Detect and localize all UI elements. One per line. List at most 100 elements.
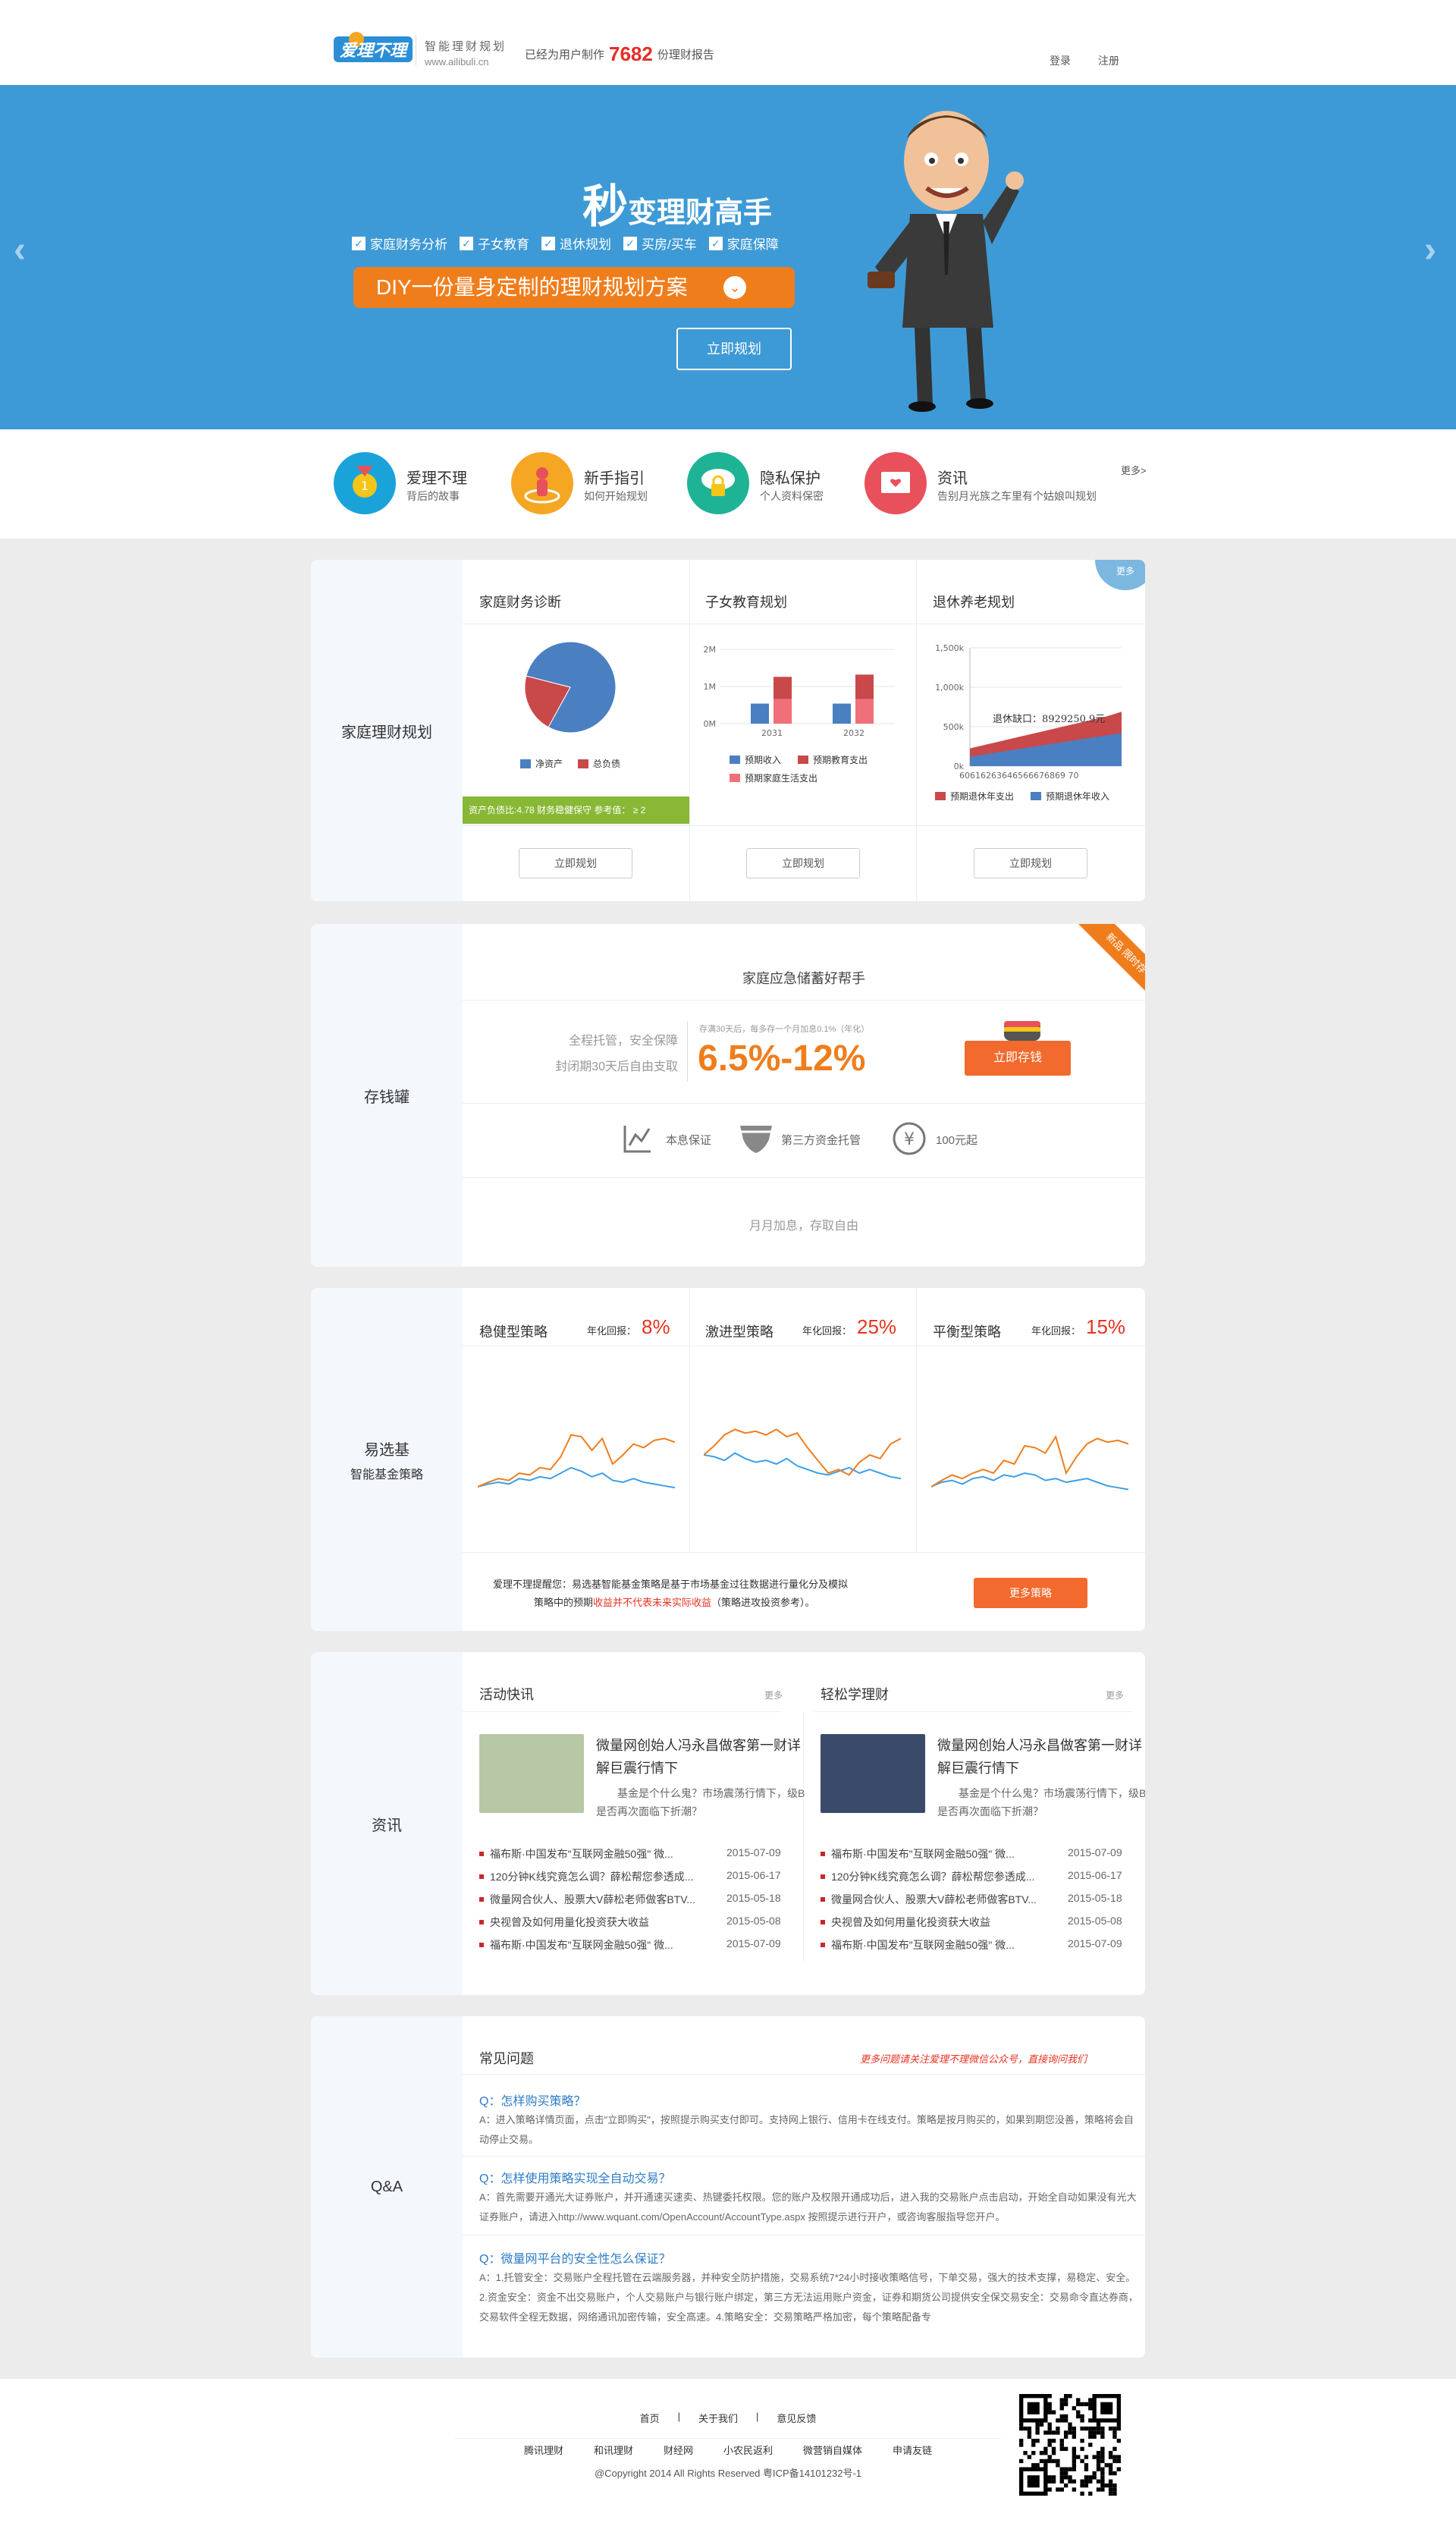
plan-retirement-button[interactable]: 立即规划 bbox=[974, 848, 1087, 878]
more-strategies-button[interactable]: 更多策略 bbox=[974, 1578, 1087, 1608]
qr-module bbox=[1047, 2438, 1052, 2443]
qr-module bbox=[1035, 2422, 1040, 2427]
qr-module bbox=[1108, 2479, 1113, 2484]
qr-module bbox=[1063, 2434, 1068, 2439]
tagline: 智能理财规划 bbox=[425, 40, 507, 53]
strategy-rate: 25% bbox=[857, 1315, 897, 1338]
news-list-item[interactable]: 120分钟K线究竟怎么调？薛松帮您参透成... bbox=[479, 1869, 693, 1884]
news-more-link[interactable]: 更多 bbox=[764, 1689, 783, 1701]
footer-link[interactable]: 申请友链 bbox=[893, 2443, 932, 2457]
news-list-item[interactable]: 福布斯·中国发布"互联网金融50强" 微... bbox=[821, 1846, 1015, 1862]
news-thumbnail[interactable] bbox=[479, 1734, 584, 1813]
qr-module bbox=[1112, 2483, 1117, 2488]
qr-module bbox=[1047, 2410, 1052, 2414]
news-item-text: 福布斯·中国发布"互联网金融50强" 微... bbox=[831, 1939, 1015, 1951]
qr-module bbox=[1059, 2406, 1064, 2411]
card-side: 资讯 bbox=[311, 1652, 463, 1995]
qr-module bbox=[1031, 2443, 1036, 2447]
legend-label: 净资产 bbox=[535, 759, 563, 769]
news-list-item[interactable]: 福布斯·中国发布"互联网金融50强" 微... bbox=[821, 1937, 1015, 1953]
more-link[interactable]: 更多> bbox=[1121, 463, 1147, 477]
news-list-item[interactable]: 120分钟K线究竟怎么调？薛松帮您参透成... bbox=[821, 1869, 1034, 1884]
qr-module bbox=[1056, 2426, 1060, 2431]
footer-link[interactable]: 意见反馈 bbox=[777, 2411, 816, 2425]
yuan-icon: ¥ bbox=[893, 1122, 926, 1155]
qr-module bbox=[1108, 2491, 1113, 2496]
footer-link[interactable]: 关于我们 bbox=[698, 2411, 738, 2425]
qr-module bbox=[1096, 2422, 1101, 2427]
news-headline[interactable]: 微量网创始人冯永昌做客第一财详解巨震行情下 bbox=[937, 1734, 1145, 1780]
qr-module bbox=[1051, 2410, 1056, 2414]
bar bbox=[855, 674, 874, 699]
feature-privacy[interactable]: 隐私保护 个人资料保密 bbox=[687, 452, 854, 516]
piggy-card: 存钱罐 家庭应急储蓄好帮手 新品 限时存 全程托管，安全保障 封闭期30天后自由… bbox=[311, 924, 1145, 1267]
news-item-date: 2015-07-09 bbox=[726, 1937, 781, 1949]
footer-link[interactable]: 财经网 bbox=[664, 2443, 693, 2457]
news-list-item[interactable]: 微量网合伙人、股票大V薛松老师做客BTV... bbox=[479, 1892, 695, 1907]
qa-question[interactable]: Q：微量网平台的安全性怎么保证？ bbox=[479, 2248, 670, 2267]
col-title-retirement: 退休养老规划 bbox=[933, 595, 1015, 610]
login-link[interactable]: 登录 bbox=[1050, 53, 1071, 68]
chevron-left-icon[interactable]: ‹ bbox=[14, 229, 26, 271]
plan-now-button[interactable]: 立即规划 bbox=[676, 328, 792, 370]
qa-question[interactable]: Q：怎样使用策略实现全自动交易？ bbox=[479, 2168, 670, 2186]
news-list-item[interactable]: 微量网合伙人、股票大V薛松老师做客BTV... bbox=[821, 1892, 1037, 1907]
line-series bbox=[704, 1452, 901, 1480]
deposit-button[interactable]: 立即存钱 bbox=[965, 1041, 1071, 1076]
qr-module bbox=[1031, 2451, 1036, 2455]
qr-module bbox=[1084, 2426, 1089, 2431]
footer-link[interactable]: 小农民返利 bbox=[723, 2443, 773, 2457]
register-link[interactable]: 注册 bbox=[1098, 53, 1119, 68]
footer-link[interactable]: 和讯理财 bbox=[594, 2443, 633, 2457]
strategy-line-chart bbox=[704, 1428, 901, 1480]
news-list-item[interactable]: 福布斯·中国发布"互联网金融50强" 微... bbox=[479, 1846, 673, 1862]
feature-guide[interactable]: 新手指引 如何开始规划 bbox=[511, 452, 678, 516]
divider bbox=[463, 1711, 781, 1712]
x-tick-label: 2031 bbox=[761, 728, 783, 738]
plan-diagnosis-button[interactable]: 立即规划 bbox=[519, 848, 632, 878]
qr-module bbox=[1059, 2471, 1064, 2476]
qr-module bbox=[1047, 2443, 1052, 2447]
qr-module bbox=[1112, 2426, 1117, 2431]
footer-link[interactable]: 首页 bbox=[640, 2411, 660, 2425]
x-tick-label: 2032 bbox=[843, 728, 864, 738]
pie-legend: 净资产 总负债 bbox=[520, 757, 620, 770]
more-badge[interactable]: 更多 bbox=[1095, 560, 1145, 590]
news-list-item[interactable]: 央视曾及如何用量化投资获大收益 bbox=[479, 1915, 649, 1930]
qr-module bbox=[1092, 2434, 1097, 2439]
qr-module bbox=[1088, 2430, 1093, 2435]
divider bbox=[814, 1711, 1133, 1712]
bar bbox=[855, 699, 874, 724]
banner-feature: ✓ 退休规划 bbox=[541, 234, 611, 253]
legend-label: 预期退休年支出 bbox=[950, 791, 1014, 802]
card-main: 常见问题 更多问题请关注爱理不理微信公众号，直接询问我们 Q：怎样购买策略？ A… bbox=[463, 2016, 1145, 2358]
qr-module bbox=[1039, 2458, 1044, 2464]
diy-plan-bar[interactable]: DIY一份量身定制的理财规划方案 ⌄ bbox=[353, 267, 795, 308]
qr-module bbox=[1019, 2458, 1024, 2464]
strategy-rate-label: 年化回报： bbox=[1031, 1325, 1081, 1337]
qr-module bbox=[1059, 2418, 1064, 2423]
plan-education-button[interactable]: 立即规划 bbox=[746, 848, 860, 878]
footer-link[interactable]: 腾讯理财 bbox=[524, 2443, 563, 2457]
news-list-item[interactable]: 央视曾及如何用量化投资获大收益 bbox=[821, 1915, 990, 1930]
news-thumbnail[interactable] bbox=[821, 1734, 925, 1813]
qr-module bbox=[1076, 2398, 1081, 2402]
footer-link[interactable]: 微营销自媒体 bbox=[803, 2443, 862, 2457]
news-headline[interactable]: 微量网创始人冯永昌做客第一财详解巨震行情下 bbox=[596, 1734, 808, 1780]
news-more-link[interactable]: 更多 bbox=[1106, 1689, 1124, 1701]
feature-subtitle: 如何开始规划 bbox=[584, 490, 648, 502]
logo-text: 爱理不理 bbox=[340, 42, 410, 61]
qa-question[interactable]: Q：怎样购买策略？ bbox=[479, 2091, 585, 2109]
news-list-item[interactable]: 福布斯·中国发布"互联网金融50强" 微... bbox=[479, 1937, 673, 1953]
qr-module bbox=[1080, 2483, 1084, 2488]
qr-module bbox=[1063, 2418, 1068, 2423]
qr-module bbox=[1092, 2471, 1097, 2476]
bullet-icon bbox=[821, 1852, 825, 1856]
chevron-right-icon[interactable]: › bbox=[1424, 229, 1436, 271]
feature-news[interactable]: 资讯 告别月光族之车里有个姑娘叫规划 bbox=[864, 452, 1122, 516]
news-column-title: 轻松学理财 bbox=[821, 1687, 889, 1702]
feature-about[interactable]: 1 爱理不理 背后的故事 bbox=[334, 452, 500, 516]
qa-answer: A：进入策略详情页面，点击"立即购买"，按照提示购买支付即可。支持网上银行、信用… bbox=[479, 2114, 1134, 2145]
site-logo[interactable]: 爱理不理 bbox=[334, 32, 413, 65]
qr-module bbox=[1047, 2402, 1052, 2407]
